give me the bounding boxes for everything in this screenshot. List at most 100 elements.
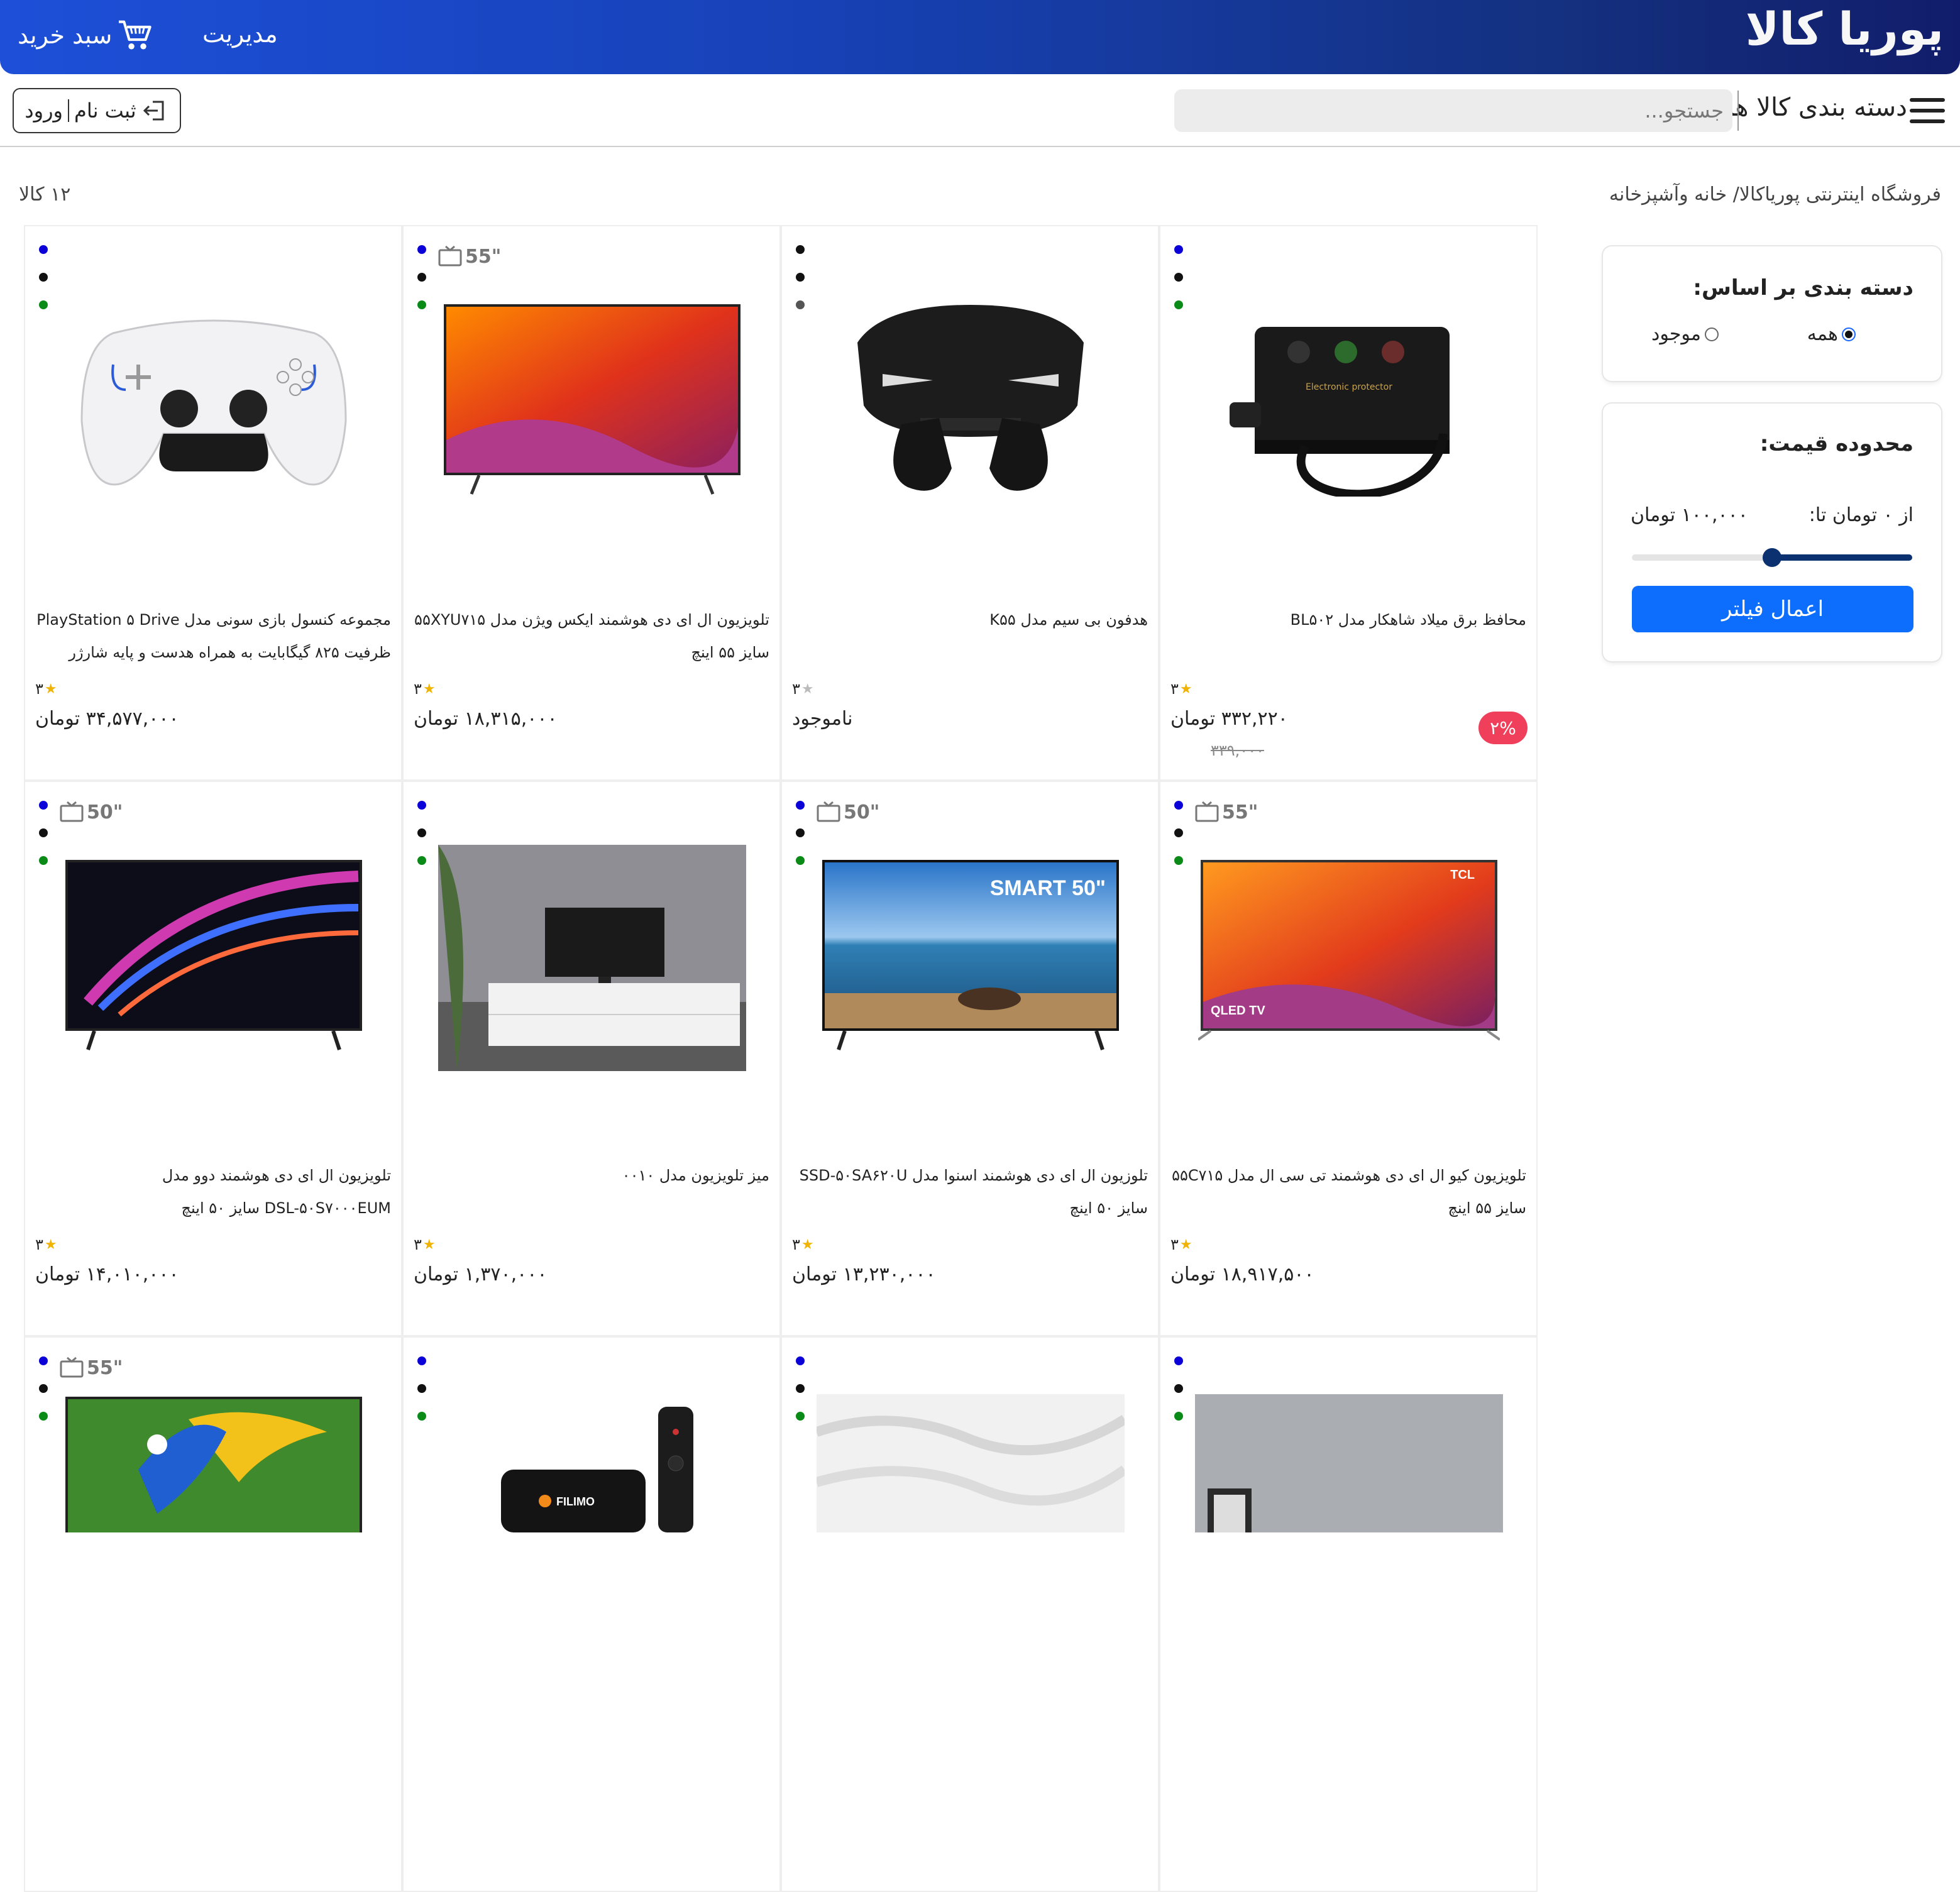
color-swatch[interactable] xyxy=(796,828,805,837)
product-image[interactable]: FILIMO xyxy=(429,1394,756,1532)
color-swatch[interactable] xyxy=(39,801,48,810)
color-swatches xyxy=(1174,801,1184,884)
color-swatch[interactable] xyxy=(417,801,426,810)
color-swatch[interactable] xyxy=(796,245,805,254)
rating-value: ۳ xyxy=(414,1236,422,1253)
product-image[interactable] xyxy=(50,1394,377,1532)
product-rating: ۳ ★ xyxy=(414,1236,436,1253)
product-card[interactable]: میز تلویزیون مدل ۰۰۱۰ ۳ ★ ۱,۳۷۰,۰۰۰ تومان xyxy=(402,781,781,1336)
color-swatch[interactable] xyxy=(796,273,805,282)
color-swatch[interactable] xyxy=(39,300,48,309)
star-icon: ★ xyxy=(422,1236,436,1253)
cart-button[interactable]: سبد خرید xyxy=(18,19,153,52)
product-image[interactable] xyxy=(50,283,377,522)
product-card[interactable] xyxy=(1159,1336,1538,1892)
brand-logo[interactable]: پوریا کالا xyxy=(1746,3,1944,55)
price-slider[interactable] xyxy=(1632,548,1912,567)
color-swatch[interactable] xyxy=(39,856,48,865)
star-icon: ★ xyxy=(422,681,436,697)
product-card[interactable]: 55" xyxy=(24,1336,402,1892)
color-swatch[interactable] xyxy=(417,300,426,309)
rating-value: ۳ xyxy=(1170,1236,1179,1253)
search-input[interactable] xyxy=(1174,89,1732,132)
rating-value: ۳ xyxy=(792,1236,800,1253)
color-swatch[interactable] xyxy=(417,245,426,254)
product-image[interactable] xyxy=(807,1394,1134,1532)
discount-badge: ۲% xyxy=(1478,712,1528,744)
color-swatch[interactable] xyxy=(1174,1412,1183,1421)
color-swatch[interactable] xyxy=(417,1412,426,1421)
color-swatch[interactable] xyxy=(39,828,48,837)
color-swatch[interactable] xyxy=(1174,1356,1183,1365)
color-swatch[interactable] xyxy=(417,828,426,837)
color-swatch[interactable] xyxy=(39,1412,48,1421)
range-from: از ۰ تومان تا: xyxy=(1809,504,1913,526)
color-swatch[interactable] xyxy=(1174,1384,1183,1393)
star-icon: ★ xyxy=(44,681,57,697)
color-swatch[interactable] xyxy=(1174,245,1183,254)
manage-link[interactable]: مدیریت xyxy=(202,20,278,48)
product-card[interactable]: 55" تلویزیون ال ای دی هوشمند ایکس ویژن مد… xyxy=(402,225,781,781)
product-title[interactable]: تلویزیون کیو ال ای دی هوشمند تی سی ال مد… xyxy=(1170,1159,1526,1224)
slider-handle[interactable] xyxy=(1763,548,1781,567)
product-card[interactable]: هدفون بی سیم مدل K۵۵ ۳ ★ ناموجود xyxy=(781,225,1159,781)
product-card[interactable]: 55" TCL QLED TV تلویزیون کیو ال ای دی هوشمن… xyxy=(1159,781,1538,1336)
product-image[interactable]: Electronic protector xyxy=(1186,283,1512,522)
radio-all[interactable]: همه xyxy=(1807,323,1856,345)
color-swatch[interactable] xyxy=(39,245,48,254)
product-price: ۱۴,۰۱۰,۰۰۰ تومان xyxy=(35,1263,179,1285)
product-image[interactable] xyxy=(50,839,377,1077)
color-swatch[interactable] xyxy=(39,1356,48,1365)
color-swatch[interactable] xyxy=(417,273,426,282)
screen-size-label: 55" xyxy=(465,245,502,268)
color-swatch[interactable] xyxy=(417,1356,426,1365)
categories-menu[interactable]: دسته بندی کالا ها xyxy=(1727,93,1907,122)
color-swatch[interactable] xyxy=(796,1356,805,1365)
color-swatch[interactable] xyxy=(39,273,48,282)
radio-available-circle[interactable] xyxy=(1705,327,1719,341)
product-card[interactable]: Electronic protector محافظ برق میلاد شاهک… xyxy=(1159,225,1538,781)
product-image[interactable]: SMART 50" xyxy=(807,839,1134,1077)
product-image[interactable] xyxy=(429,839,756,1077)
product-image[interactable]: TCL QLED TV xyxy=(1186,839,1512,1077)
color-swatch[interactable] xyxy=(1174,273,1183,282)
screen-size-label: 50" xyxy=(87,801,123,823)
product-image[interactable] xyxy=(1186,1394,1512,1532)
product-card[interactable]: FILIMO xyxy=(402,1336,781,1892)
color-swatch[interactable] xyxy=(1174,300,1183,309)
product-card[interactable]: مجموعه کنسول بازی سونی مدل PlayStation ۵… xyxy=(24,225,402,781)
login-register-button[interactable]: ثبت نام ورود xyxy=(13,88,181,133)
product-card[interactable]: 50" SMART 50" تلوزیون ال ای دی هوشمند اسنو… xyxy=(781,781,1159,1336)
product-title[interactable]: تلوزیون ال ای دی هوشمند اسنوا مدل SSD-۵۰… xyxy=(792,1159,1148,1224)
register-label: ثبت نام xyxy=(74,99,136,123)
menu-icon[interactable] xyxy=(1910,98,1945,124)
color-swatch[interactable] xyxy=(796,300,805,309)
login-label: ورود xyxy=(25,99,63,123)
product-title[interactable]: تلویزیون ال ای دی هوشمند دوو مدل DSL-۵۰S… xyxy=(35,1159,391,1224)
color-swatch[interactable] xyxy=(1174,828,1183,837)
product-image[interactable] xyxy=(807,283,1134,522)
product-card[interactable] xyxy=(781,1336,1159,1892)
color-swatch[interactable] xyxy=(1174,801,1183,810)
radio-available[interactable]: موجود xyxy=(1651,323,1719,345)
color-swatch[interactable] xyxy=(417,856,426,865)
product-title[interactable]: میز تلویزیون مدل ۰۰۱۰ xyxy=(414,1159,769,1192)
apply-filter-button[interactable]: اعمال فیلتر xyxy=(1632,586,1913,632)
color-swatch[interactable] xyxy=(39,1384,48,1393)
color-swatch[interactable] xyxy=(796,801,805,810)
color-swatch[interactable] xyxy=(1174,856,1183,865)
breadcrumb[interactable]: فروشگاه اینترنتی پوریاکالا/ خانه وآشپزخا… xyxy=(1609,184,1941,206)
color-swatch[interactable] xyxy=(796,856,805,865)
color-swatch[interactable] xyxy=(796,1412,805,1421)
product-title[interactable]: تلویزیون ال ای دی هوشمند ایکس ویژن مدل ۵… xyxy=(414,603,769,669)
product-image[interactable] xyxy=(429,283,756,522)
color-swatch[interactable] xyxy=(796,1384,805,1393)
color-swatches xyxy=(1174,245,1184,328)
svg-text:SMART 50": SMART 50" xyxy=(990,876,1106,900)
color-swatch[interactable] xyxy=(417,1384,426,1393)
product-title[interactable]: مجموعه کنسول بازی سونی مدل PlayStation ۵… xyxy=(35,603,391,669)
product-title[interactable]: محافظ برق میلاد شاهکار مدل BL۵۰۲ xyxy=(1170,603,1526,636)
product-card[interactable]: 50" تلویزیون ال ای دی هوشمند دوو مدل DSL-… xyxy=(24,781,402,1336)
radio-all-circle[interactable] xyxy=(1842,327,1856,341)
product-title[interactable]: هدفون بی سیم مدل K۵۵ xyxy=(792,603,1148,636)
